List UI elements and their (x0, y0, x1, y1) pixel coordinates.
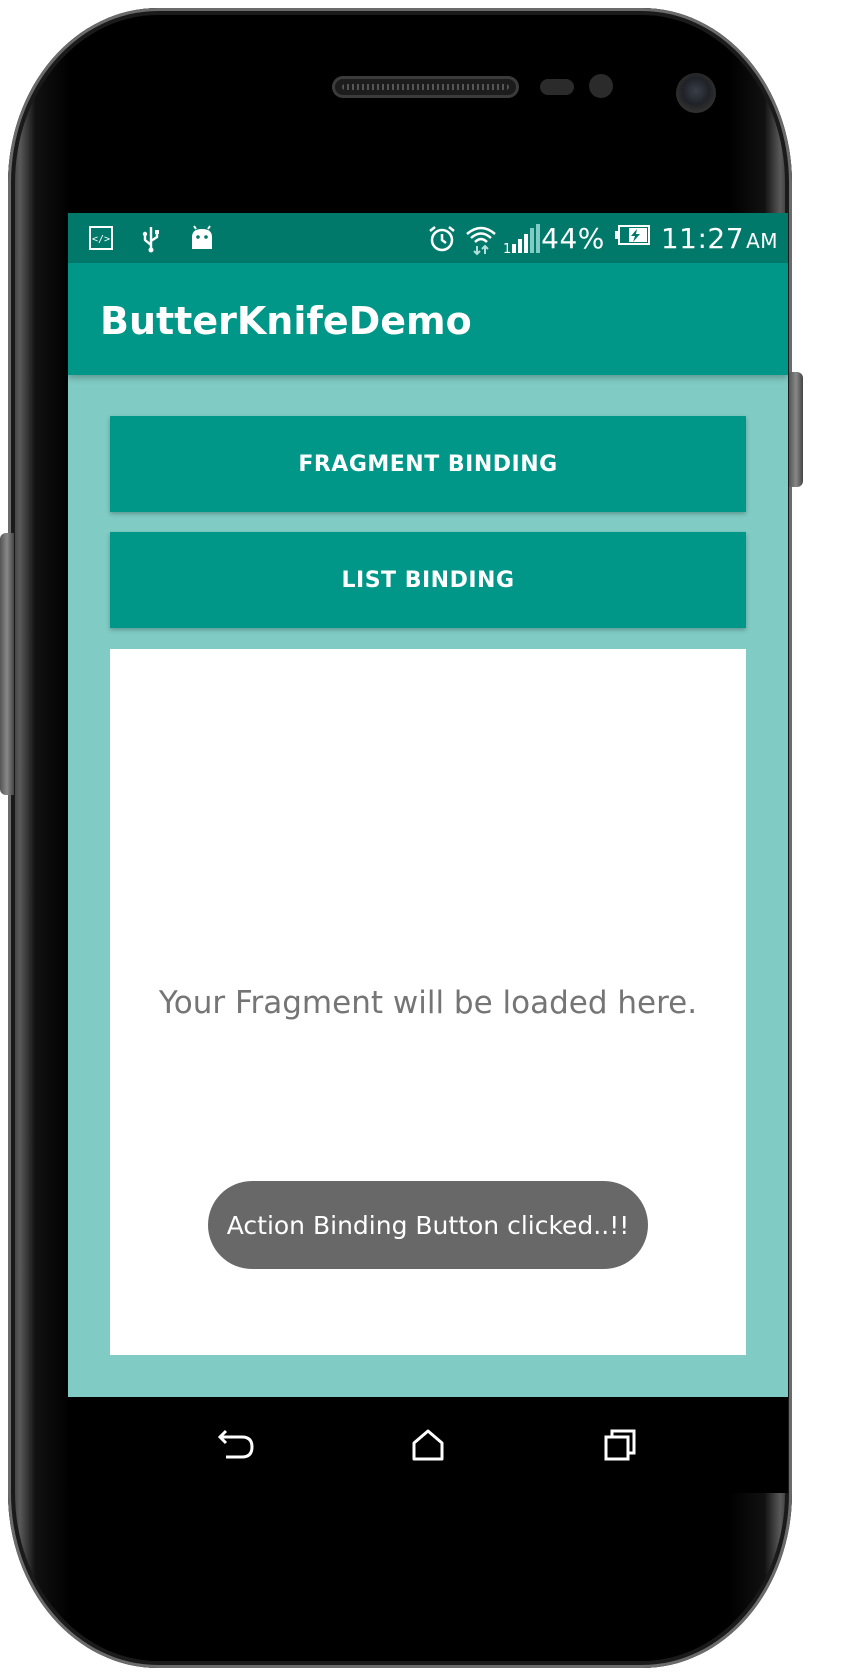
front-camera (676, 73, 716, 113)
light-sensor (589, 74, 613, 98)
screen: </> 1 44% 11:27 AM ButterKnifeDemo FRAGM… (68, 213, 788, 1493)
recents-icon (604, 1429, 636, 1461)
status-bar: </> 1 44% 11:27 AM (68, 213, 788, 263)
android-icon (188, 225, 216, 253)
app-bar: ButterKnifeDemo (68, 263, 788, 375)
back-button[interactable] (212, 1421, 260, 1469)
clock-time: 11:27 (660, 221, 745, 255)
list-binding-button[interactable]: LIST BINDING (110, 532, 746, 628)
signal-icon: 1 (503, 224, 541, 257)
home-button[interactable] (404, 1421, 452, 1469)
clock-ampm: AM (746, 228, 778, 253)
toast-message: Action Binding Button clicked..!! (208, 1181, 648, 1269)
alarm-icon (427, 224, 455, 252)
wifi-icon (465, 224, 496, 256)
svg-text:</>: </> (92, 234, 110, 245)
battery-icon (614, 224, 651, 252)
navigation-bar (68, 1397, 788, 1493)
power-button[interactable] (789, 372, 803, 487)
battery-percent: 44% (541, 221, 605, 255)
home-icon (412, 1429, 444, 1461)
svg-text:1: 1 (503, 242, 511, 254)
back-icon (217, 1429, 254, 1459)
earpiece-speaker (332, 76, 519, 98)
clock: 11:27 AM (661, 222, 778, 255)
usb-icon (138, 225, 166, 253)
dev-code-icon: </> (88, 225, 116, 253)
recents-button[interactable] (596, 1421, 644, 1469)
fragment-binding-button[interactable]: FRAGMENT BINDING (110, 416, 746, 512)
proximity-sensor (540, 79, 574, 95)
app-title: ButterKnifeDemo (100, 299, 472, 343)
fragment-placeholder-text: Your Fragment will be loaded here. (158, 985, 698, 1021)
volume-rocker[interactable] (0, 533, 14, 795)
